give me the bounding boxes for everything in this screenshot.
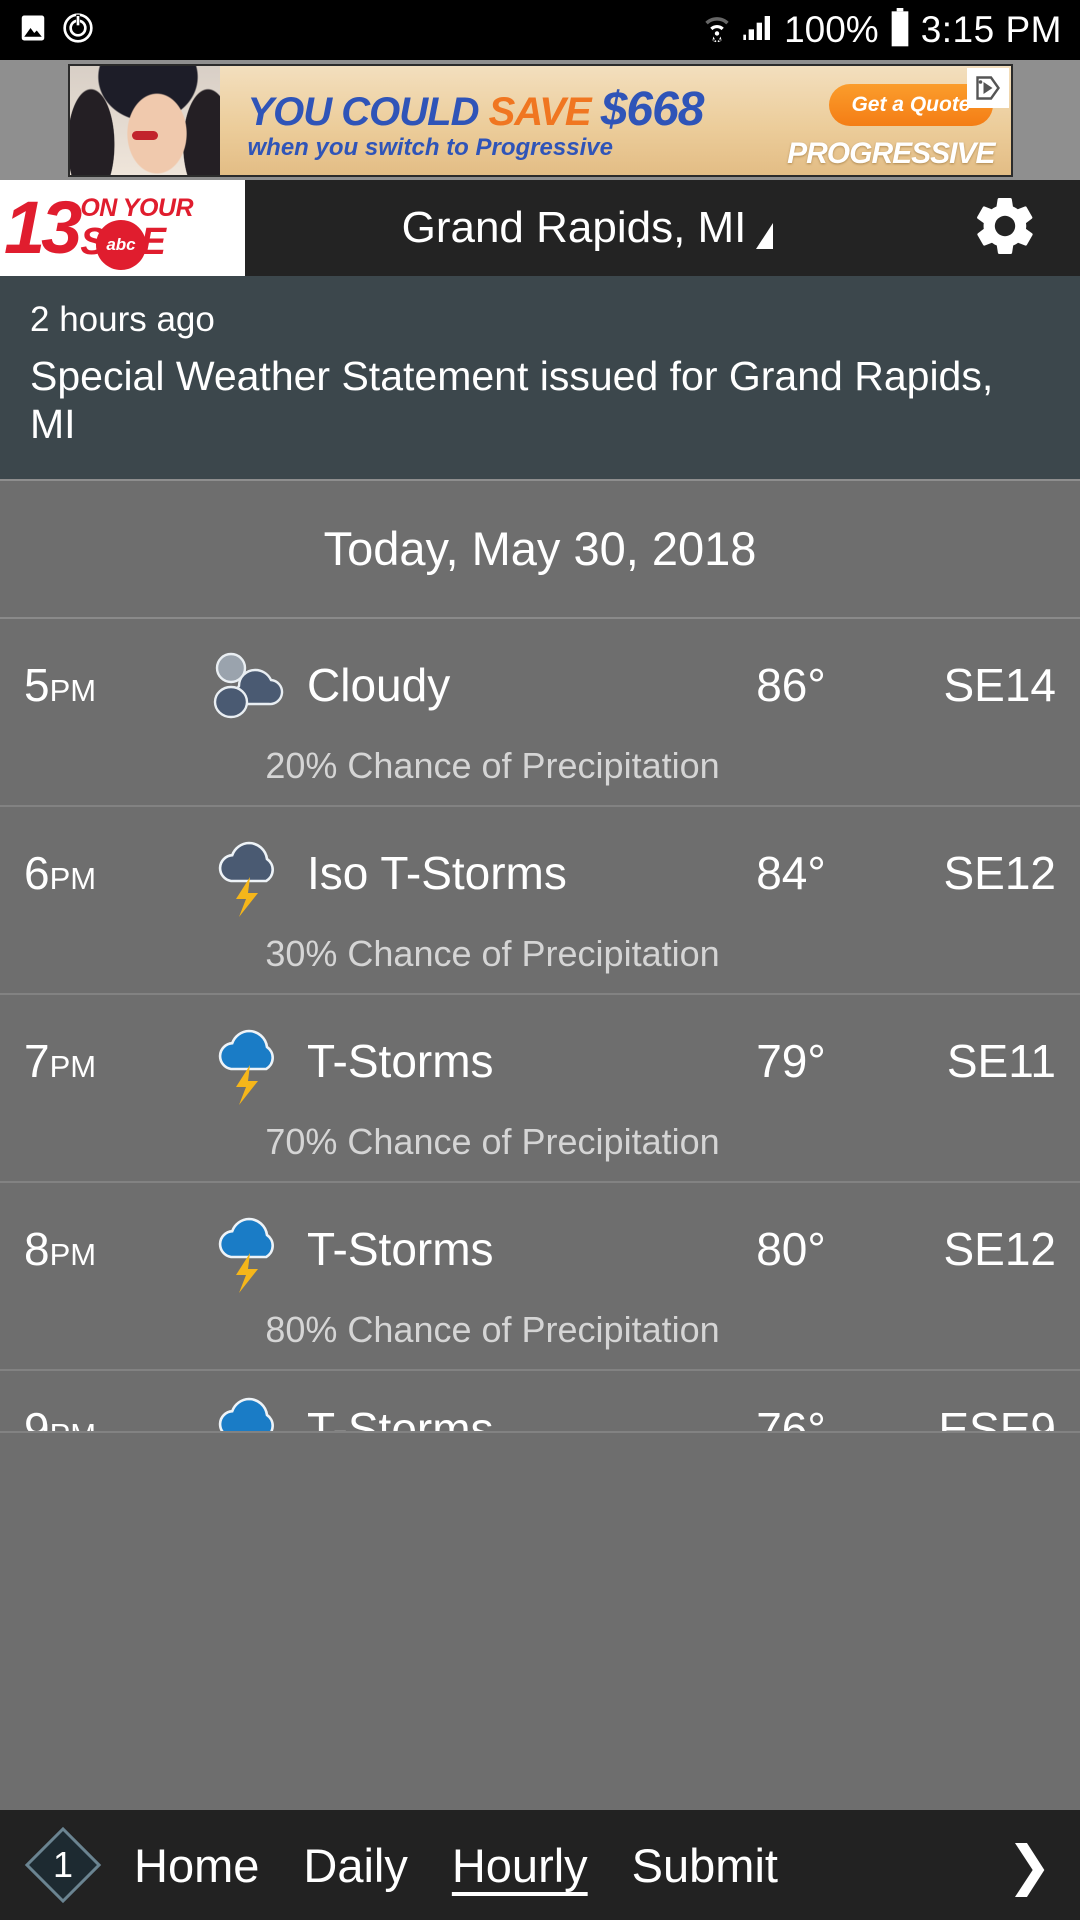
status-bar-right-icons: 100% 3:15 PM	[702, 7, 1062, 53]
alert-timestamp: 2 hours ago	[30, 300, 215, 339]
date-header-label: Today, May 30, 2018	[323, 522, 757, 576]
station-logo[interactable]: 13 ON YOUR SIDE abc	[0, 180, 245, 276]
nav-item-hourly[interactable]: Hourly	[430, 1838, 610, 1893]
hourly-row[interactable]: 6 PM Iso T-Storms 84° SE12 30% Chance of Prec…	[0, 807, 1080, 995]
nav-items-group: Home Daily Hourly Submit	[112, 1838, 800, 1893]
hour-wind: SE12	[943, 846, 1056, 899]
hour-condition: T-Storms	[307, 1222, 494, 1275]
hourly-row[interactable]: 5 PM Cloudy 86° SE14 20% Chance of Precipitat…	[0, 619, 1080, 807]
hour-time: 7 PM	[24, 1034, 199, 1088]
ad-subline: when you switch to Progressive	[247, 133, 613, 161]
nav-item-daily[interactable]: Daily	[281, 1838, 429, 1893]
hour-wind: ESE9	[938, 1402, 1056, 1433]
ad-model-photo	[69, 65, 220, 175]
ad-body: YOU COULD SAVE $668 when you switch to P…	[220, 66, 1011, 175]
hourly-row-main: 7 PM T-Storms 79° SE11	[0, 1013, 1080, 1109]
date-header: Today, May 30, 2018	[0, 478, 1080, 619]
logo-on-your: ON YOUR	[80, 193, 194, 222]
alert-message: Special Weather Statement issued for Gra…	[30, 353, 994, 448]
hour-time-number: 5	[24, 658, 50, 711]
hour-time: 5 PM	[24, 658, 199, 712]
image-icon	[18, 13, 48, 48]
hourly-row[interactable]: 7 PM T-Storms 79° SE11 70% Chance of Precipit…	[0, 995, 1080, 1183]
hour-time: 9PM	[24, 1402, 199, 1433]
settings-button[interactable]	[930, 180, 1080, 276]
hour-time-number: 8	[24, 1222, 50, 1275]
hour-condition: T-Storms	[307, 1402, 494, 1433]
hour-wind: SE14	[943, 658, 1056, 711]
cellular-signal-icon	[742, 12, 774, 49]
hour-wind: SE12	[943, 1222, 1056, 1275]
hour-time-ampm: PM	[49, 1048, 97, 1084]
storm-blue-icon	[199, 1017, 299, 1105]
battery-icon	[889, 7, 911, 53]
progressive-ad[interactable]: YOU COULD SAVE $668 when you switch to P…	[67, 63, 1013, 177]
hourly-row[interactable]: 9PM T-Storms 76° ESE9	[0, 1371, 1080, 1433]
city-selector[interactable]: Grand Rapids, MI	[245, 180, 930, 276]
hour-condition: Iso T-Storms	[307, 846, 567, 899]
hour-condition: Cloudy	[307, 658, 451, 711]
hour-precipitation: 70% Chance of Precipitation	[265, 1120, 720, 1162]
storm-dark-icon	[199, 829, 299, 917]
hour-time: 8 PM	[24, 1222, 199, 1276]
hour-time-ampm: PM	[49, 672, 97, 708]
hour-time: 6 PM	[24, 846, 199, 900]
ad-banner-container[interactable]: YOU COULD SAVE $668 when you switch to P…	[0, 60, 1080, 180]
alert-count-badge[interactable]: 1	[22, 1824, 104, 1906]
battery-percent-label: 100%	[784, 9, 879, 50]
ad-headline-save: SAVE	[488, 89, 601, 134]
ad-headline: YOU COULD SAVE $668	[247, 82, 705, 137]
hourly-row-main: 5 PM Cloudy 86° SE14	[0, 637, 1080, 733]
hour-temperature: 84°	[756, 846, 826, 899]
hour-time-ampm: PM	[50, 1417, 97, 1431]
abc-network-icon: abc	[96, 220, 146, 270]
hourly-forecast-list[interactable]: 5 PM Cloudy 86° SE14 20% Chance of Precipitat…	[0, 618, 1080, 1433]
hour-time-ampm: PM	[49, 860, 97, 896]
hour-precipitation: 30% Chance of Precipitation	[265, 932, 720, 974]
storm-blue-icon	[199, 1205, 299, 1293]
hour-time-ampm: PM	[49, 1236, 97, 1272]
storm-blue-icon	[199, 1385, 299, 1431]
hourly-row-main: 9PM T-Storms 76° ESE9	[0, 1385, 1080, 1433]
hour-condition: T-Storms	[307, 1034, 494, 1087]
app-header: 13 ON YOUR SIDE abc Grand Rapids, MI	[0, 180, 1080, 276]
bottom-navigation-bar: 1 Home Daily Hourly Submit ❯	[0, 1810, 1080, 1920]
hour-time-number: 7	[24, 1034, 50, 1087]
ad-brand-logo: PROGRESSIVE	[787, 136, 995, 170]
ad-headline-amount: $668	[600, 82, 705, 136]
hourly-row[interactable]: 8 PM T-Storms 80° SE12 80% Chance of Precipit…	[0, 1183, 1080, 1371]
next-page-button[interactable]: ❯	[1007, 1834, 1058, 1897]
status-bar-clock: 3:15 PM	[920, 9, 1062, 50]
nav-item-submit[interactable]: Submit	[610, 1838, 800, 1893]
hour-time-number: 6	[24, 846, 50, 899]
hour-temperature: 80°	[756, 1222, 826, 1275]
status-bar: 100% 3:15 PM	[0, 0, 1080, 60]
nav-item-home[interactable]: Home	[112, 1838, 281, 1893]
power-sync-icon	[62, 12, 94, 49]
status-bar-left-icons	[18, 12, 94, 49]
alert-count-label: 1	[52, 1844, 74, 1885]
hourly-row-main: 8 PM T-Storms 80° SE12	[0, 1201, 1080, 1297]
city-label: Grand Rapids, MI	[401, 203, 747, 252]
hour-temperature: 86°	[756, 658, 826, 711]
hour-temperature: 79°	[756, 1034, 826, 1087]
ad-headline-prefix: YOU COULD	[247, 89, 489, 134]
weather-alert-banner[interactable]: 2 hours ago Special Weather Statement is…	[0, 276, 1080, 479]
adchoices-icon[interactable]	[966, 67, 1009, 108]
hour-temperature: 76°	[756, 1402, 826, 1433]
hour-wind: SE11	[946, 1034, 1056, 1087]
wifi-icon	[702, 11, 732, 50]
chevron-right-icon: ❯	[1006, 1835, 1052, 1896]
hourly-row-main: 6 PM Iso T-Storms 84° SE12	[0, 825, 1080, 921]
chevron-down-icon	[756, 223, 774, 249]
logo-number: 13	[4, 185, 82, 269]
hour-precipitation: 20% Chance of Precipitation	[265, 744, 720, 786]
cloudy-icon	[199, 646, 299, 724]
hour-precipitation: 80% Chance of Precipitation	[265, 1308, 720, 1350]
hour-time-number: 9	[24, 1402, 50, 1433]
gear-icon	[971, 192, 1039, 265]
